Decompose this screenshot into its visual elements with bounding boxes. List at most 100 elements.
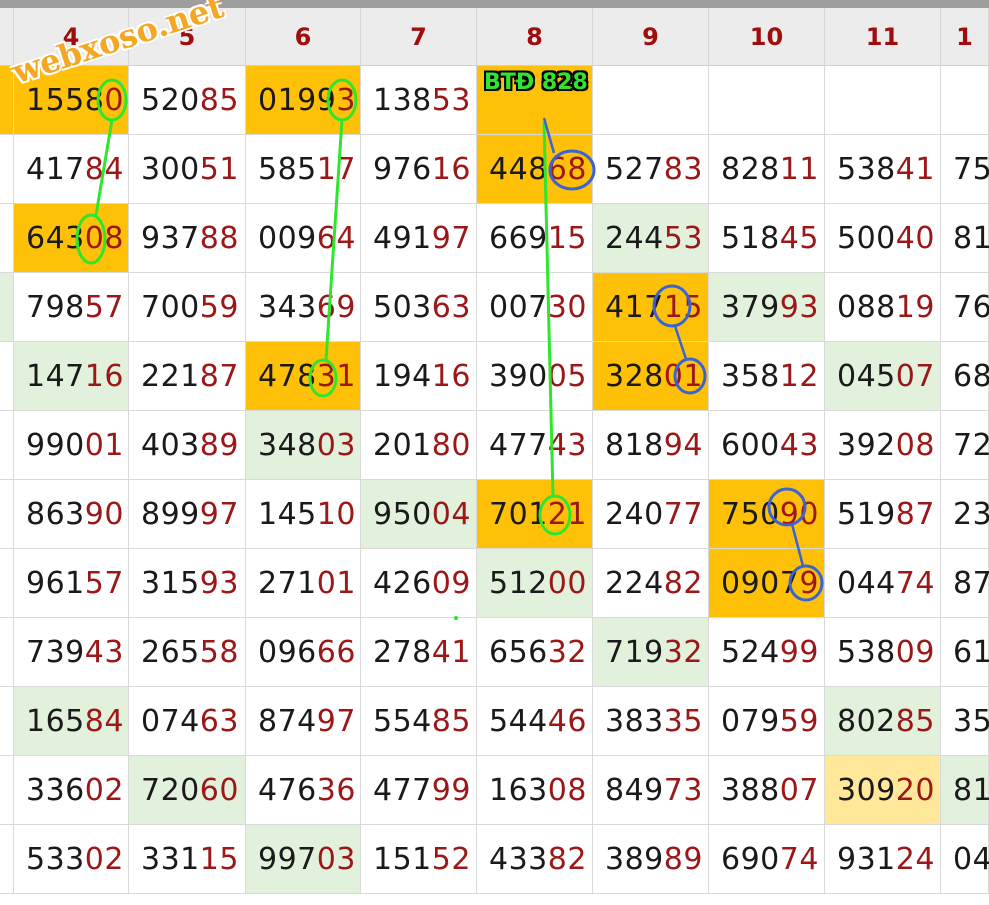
result-cell: 388 07: [709, 756, 825, 825]
result-cell: 950 04: [361, 480, 477, 549]
result-cell: 336 02: [14, 756, 129, 825]
result-cell: 358 12: [709, 342, 825, 411]
number-leading-digits: 899: [141, 496, 200, 532]
result-cell: 519 87: [825, 480, 941, 549]
number-leading-digits: 163: [489, 772, 548, 808]
result-cell: 389 89: [593, 825, 709, 894]
number-trailing-digits: 32: [547, 634, 587, 670]
row-edge-cell: [0, 480, 14, 549]
result-cell: 224 82: [593, 549, 709, 618]
number-trailing-digits: 59: [779, 703, 819, 739]
number-trailing-digits: 58: [199, 634, 239, 670]
number-leading-digits: 433: [489, 841, 548, 877]
number-leading-digits: 554: [373, 703, 432, 739]
column-header: [0, 8, 14, 66]
number-leading-digits: 426: [373, 565, 432, 601]
result-cell: 512 00: [477, 549, 593, 618]
number-trailing-digits: 41: [431, 634, 471, 670]
number-trailing-digits: 90: [84, 496, 124, 532]
number-leading-digits: 720: [141, 772, 200, 808]
number-leading-digits: 818: [605, 427, 664, 463]
number-leading-digits: 656: [489, 634, 548, 670]
row-edge-cell: [0, 204, 14, 273]
result-cell: 802 85: [825, 687, 941, 756]
number-trailing-digits: 01: [316, 565, 356, 601]
number-trailing-digits: 69: [316, 289, 356, 325]
result-cell: [593, 66, 709, 135]
result-cell: 0907 9: [709, 549, 825, 618]
number-trailing-digits: 31: [316, 358, 356, 394]
number-leading-digits: 358: [721, 358, 780, 394]
result-cell: 240 77: [593, 480, 709, 549]
number-trailing-digits: 04: [431, 496, 471, 532]
number-leading-digits: 328: [605, 358, 664, 394]
number-trailing-digits: 88: [199, 220, 239, 256]
number-trailing-digits: 68: [547, 151, 587, 187]
number-leading-digits: 874: [258, 703, 317, 739]
number-trailing-digits: 02: [84, 772, 124, 808]
result-cell: 331 15: [129, 825, 246, 894]
number-trailing-digits: 15: [199, 841, 239, 877]
number-leading-digits: 538: [837, 151, 896, 187]
result-cell: 538 09: [825, 618, 941, 687]
number-trailing-digits: 93: [779, 289, 819, 325]
result-cell: 739 43: [14, 618, 129, 687]
number-leading-digits: 201: [373, 427, 432, 463]
number-leading-digits: 931: [837, 841, 896, 877]
result-cell: [477, 66, 593, 135]
number-trailing-digits: 74: [779, 841, 819, 877]
number-trailing-digits: 08: [895, 427, 935, 463]
result-cell: 379 93: [709, 273, 825, 342]
result-cell: 503 63: [361, 273, 477, 342]
result-cell: 147 16: [14, 342, 129, 411]
number-leading-digits: 194: [373, 358, 432, 394]
result-cell: 271 01: [246, 549, 361, 618]
row-edge-cell: [0, 411, 14, 480]
row-edge-cell: [0, 756, 14, 825]
number-trailing-digits: 97: [199, 496, 239, 532]
number-trailing-digits: 94: [663, 427, 703, 463]
result-cell: 798 57: [14, 273, 129, 342]
result-cell: 265 58: [129, 618, 246, 687]
number-trailing-digits: 53: [431, 82, 471, 118]
number-leading-digits: 04: [953, 841, 989, 877]
result-cell: 476 36: [246, 756, 361, 825]
result-cell: 478 31: [246, 342, 361, 411]
result-cell: 145 10: [246, 480, 361, 549]
result-cell: 818 94: [593, 411, 709, 480]
number-trailing-digits: 08: [84, 220, 124, 256]
number-leading-digits: 300: [141, 151, 200, 187]
result-cell: 433 82: [477, 825, 593, 894]
number-leading-digits: 088: [837, 289, 896, 325]
number-leading-digits: 87: [953, 565, 989, 601]
number-leading-digits: 750: [721, 496, 780, 532]
number-leading-digits: 81: [953, 220, 989, 256]
number-trailing-digits: 64: [316, 220, 356, 256]
number-leading-digits: 802: [837, 703, 896, 739]
number-leading-digits: 477: [373, 772, 432, 808]
result-cell: 138 53: [361, 66, 477, 135]
number-trailing-digits: 9: [799, 565, 819, 601]
result-cell: 68: [941, 342, 989, 411]
result-cell: 76: [941, 273, 989, 342]
result-cell: 165 84: [14, 687, 129, 756]
number-leading-digits: 937: [141, 220, 200, 256]
number-leading-digits: 68: [953, 358, 989, 394]
result-cell: 477 99: [361, 756, 477, 825]
number-trailing-digits: 84: [84, 703, 124, 739]
result-cell: 720 60: [129, 756, 246, 825]
number-trailing-digits: 15: [547, 220, 587, 256]
number-trailing-digits: 45: [779, 220, 819, 256]
number-leading-digits: 343: [258, 289, 317, 325]
number-leading-digits: 544: [489, 703, 548, 739]
number-leading-digits: 527: [605, 151, 664, 187]
number-leading-digits: 1558: [26, 82, 105, 118]
result-cell: 81: [941, 204, 989, 273]
number-leading-digits: 585: [258, 151, 317, 187]
number-trailing-digits: 93: [199, 565, 239, 601]
result-cell: 990 01: [14, 411, 129, 480]
number-leading-digits: 138: [373, 82, 432, 118]
number-trailing-digits: 46: [547, 703, 587, 739]
result-cell: [709, 66, 825, 135]
number-trailing-digits: 63: [431, 289, 471, 325]
